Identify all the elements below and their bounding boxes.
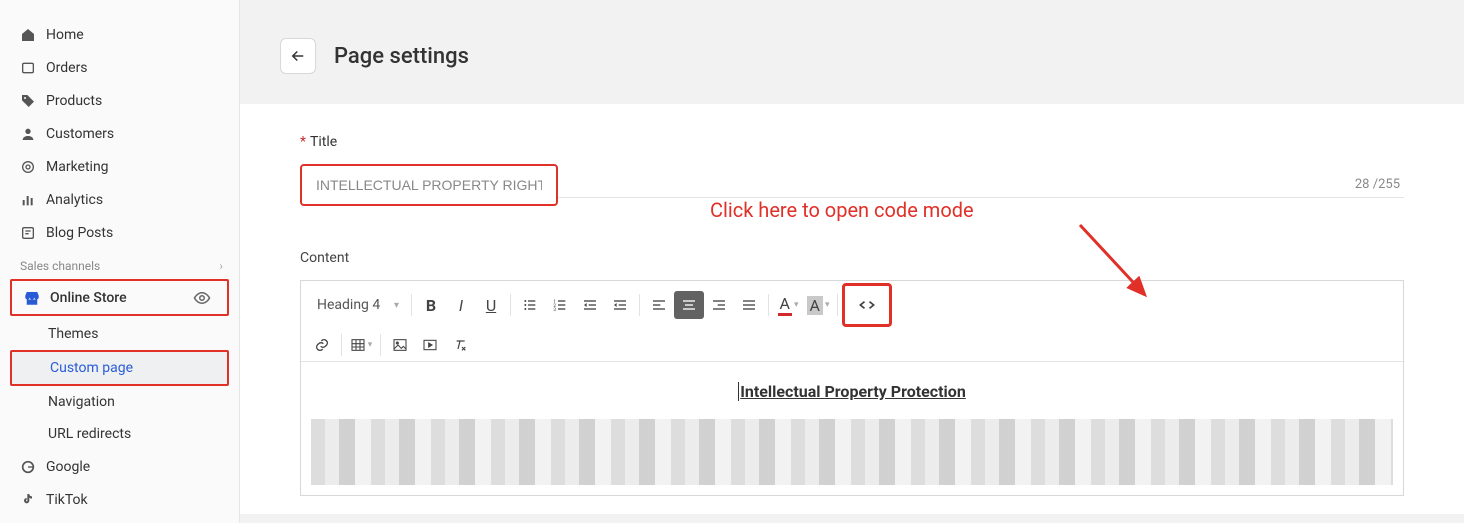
chevron-down-icon: ▾ — [394, 300, 399, 311]
content-field-label: Content — [300, 250, 1404, 266]
sidebar-item-label: Home — [46, 27, 84, 43]
sidebar-item-marketing[interactable]: Marketing — [0, 150, 239, 183]
page-header: Page settings — [240, 0, 1464, 74]
sidebar-item-label: Online Store — [50, 290, 127, 306]
align-justify-button[interactable] — [734, 291, 764, 319]
main-area: Page settings *Title 28 /255 Content Hea… — [240, 0, 1464, 523]
separator — [837, 294, 838, 316]
code-mode-button[interactable] — [852, 291, 882, 319]
link-button[interactable] — [307, 331, 337, 359]
orders-icon — [16, 60, 40, 76]
svg-text:3: 3 — [553, 307, 556, 313]
sidebar-item-label: Analytics — [46, 192, 103, 208]
sidebar-item-home[interactable]: Home — [0, 18, 239, 51]
editor-body[interactable]: Intellectual Property Protection — [301, 362, 1403, 495]
sidebar-section-sales-channels[interactable]: Sales channels › — [0, 249, 239, 279]
editor-toolbar: Heading 4 ▾ B I U 123 A▾ A▾ — [301, 281, 1403, 362]
bold-button[interactable]: B — [416, 291, 446, 319]
title-row: 28 /255 — [300, 164, 1404, 206]
settings-card: *Title 28 /255 Content Heading 4 ▾ B I U — [240, 104, 1464, 514]
sidebar-item-label: Navigation — [48, 394, 115, 410]
home-icon — [16, 27, 40, 43]
char-counter: 28 /255 — [1355, 177, 1400, 192]
align-right-button[interactable] — [704, 291, 734, 319]
separator — [341, 334, 342, 356]
heading-select[interactable]: Heading 4 ▾ — [307, 291, 407, 319]
sidebar-sub-url-redirects[interactable]: URL redirects — [0, 418, 239, 450]
separator — [411, 294, 412, 316]
indent-button[interactable] — [605, 291, 635, 319]
required-asterisk: * — [300, 134, 306, 150]
content-heading: Intellectual Property Protection — [311, 382, 1393, 401]
chevron-right-icon: › — [219, 259, 223, 273]
title-underline — [558, 197, 1404, 198]
sidebar-item-label: Marketing — [46, 159, 109, 175]
store-icon — [20, 289, 44, 307]
chevron-down-icon: ▾ — [368, 340, 373, 350]
annotation-box-title-input — [300, 164, 558, 206]
annotation-box-code-mode — [842, 283, 892, 327]
sidebar-item-label: URL redirects — [48, 426, 131, 442]
outdent-button[interactable] — [575, 291, 605, 319]
align-left-button[interactable] — [644, 291, 674, 319]
annotation-box-custom-page: Custom page — [10, 350, 229, 386]
sidebar-section-label: Sales channels — [20, 259, 100, 273]
rich-text-editor: Heading 4 ▾ B I U 123 A▾ A▾ — [300, 280, 1404, 496]
sidebar-item-label: Custom page — [50, 360, 133, 376]
table-button[interactable]: ▾ — [346, 331, 376, 359]
target-icon — [16, 159, 40, 175]
sidebar-item-label: Google — [46, 459, 90, 475]
tag-icon — [16, 93, 40, 109]
sidebar-item-google[interactable]: Google — [0, 450, 239, 483]
bars-icon — [16, 192, 40, 208]
separator — [639, 294, 640, 316]
highlight-color-button[interactable]: A▾ — [803, 291, 833, 319]
sidebar-item-label: TikTok — [46, 492, 88, 508]
sidebar-sub-navigation[interactable]: Navigation — [0, 386, 239, 418]
sidebar-sub-custom-page[interactable]: Custom page — [12, 352, 227, 384]
align-center-button[interactable] — [674, 291, 704, 319]
clear-formatting-button[interactable] — [445, 331, 475, 359]
sidebar-item-online-store[interactable]: Online Store — [12, 281, 227, 314]
italic-button[interactable]: I — [446, 291, 476, 319]
annotation-box-online-store: Online Store — [10, 279, 229, 316]
sidebar-item-customers[interactable]: Customers — [0, 117, 239, 150]
sidebar-item-label: Themes — [48, 326, 98, 342]
blog-icon — [16, 225, 40, 241]
bullet-list-button[interactable] — [515, 291, 545, 319]
sidebar: Home Orders Products Customers Marketing… — [0, 0, 240, 523]
page-title: Page settings — [334, 44, 469, 69]
sidebar-item-blogposts[interactable]: Blog Posts — [0, 216, 239, 249]
sidebar-item-orders[interactable]: Orders — [0, 51, 239, 84]
video-button[interactable] — [415, 331, 445, 359]
title-input[interactable] — [302, 166, 556, 204]
numbered-list-button[interactable]: 123 — [545, 291, 575, 319]
sidebar-item-tiktok[interactable]: TikTok — [0, 483, 239, 516]
separator — [380, 334, 381, 356]
redacted-content — [311, 419, 1393, 485]
chevron-down-icon: ▾ — [825, 300, 830, 310]
image-button[interactable] — [385, 331, 415, 359]
separator — [768, 294, 769, 316]
sidebar-item-label: Orders — [46, 60, 88, 76]
sidebar-item-label: Products — [46, 93, 102, 109]
sidebar-sub-themes[interactable]: Themes — [0, 318, 239, 350]
person-icon — [16, 126, 40, 142]
tiktok-icon — [16, 492, 40, 508]
back-button[interactable] — [280, 38, 316, 74]
eye-icon[interactable] — [193, 289, 211, 307]
separator — [510, 294, 511, 316]
arrow-left-icon — [289, 47, 307, 65]
sidebar-item-label: Blog Posts — [46, 225, 113, 241]
google-icon — [16, 459, 40, 475]
sidebar-item-products[interactable]: Products — [0, 84, 239, 117]
text-color-button[interactable]: A▾ — [773, 291, 803, 319]
sidebar-item-label: Customers — [46, 126, 114, 142]
sidebar-item-analytics[interactable]: Analytics — [0, 183, 239, 216]
underline-button[interactable]: U — [476, 291, 506, 319]
chevron-down-icon: ▾ — [794, 300, 799, 310]
title-field-label: *Title — [300, 134, 1404, 150]
